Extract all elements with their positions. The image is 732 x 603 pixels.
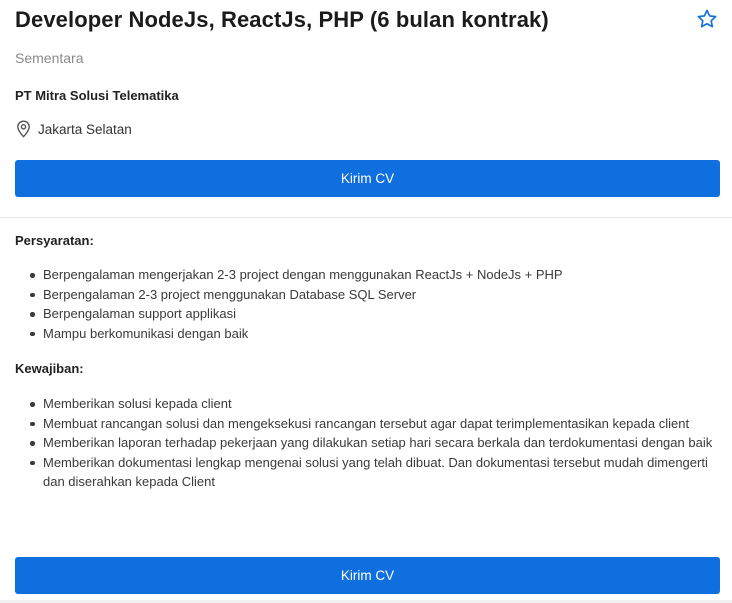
send-cv-button-top[interactable]: Kirim CV	[15, 160, 720, 197]
list-item: Membuat rancangan solusi dan mengeksekus…	[28, 414, 718, 434]
list-item: Mampu berkomunikasi dengan baik	[28, 324, 718, 344]
star-outline-icon[interactable]	[696, 8, 718, 30]
requirements-heading: Persyaratan:	[15, 233, 94, 248]
list-item: Memberikan laporan terhadap pekerjaan ya…	[28, 433, 718, 453]
job-location: Jakarta Selatan	[15, 120, 132, 138]
duties-list: Memberikan solusi kepada client Membuat …	[28, 394, 718, 492]
list-item: Memberikan solusi kepada client	[28, 394, 718, 414]
list-item: Berpengalaman 2-3 project menggunakan Da…	[28, 285, 718, 305]
section-divider	[0, 217, 732, 218]
job-detail-card: Developer NodeJs, ReactJs, PHP (6 bulan …	[0, 0, 732, 603]
list-item: Berpengalaman support applikasi	[28, 304, 718, 324]
location-label: Jakarta Selatan	[38, 121, 132, 137]
list-item: Memberikan dokumentasi lengkap mengenai …	[28, 453, 718, 492]
company-name: PT Mitra Solusi Telematika	[15, 88, 179, 103]
list-item: Berpengalaman mengerjakan 2-3 project de…	[28, 265, 718, 285]
location-pin-icon	[15, 120, 32, 138]
job-type: Sementara	[15, 50, 84, 66]
send-cv-button-bottom[interactable]: Kirim CV	[15, 557, 720, 594]
requirements-list: Berpengalaman mengerjakan 2-3 project de…	[28, 265, 718, 343]
job-title: Developer NodeJs, ReactJs, PHP (6 bulan …	[15, 7, 549, 32]
duties-heading: Kewajiban:	[15, 361, 84, 376]
